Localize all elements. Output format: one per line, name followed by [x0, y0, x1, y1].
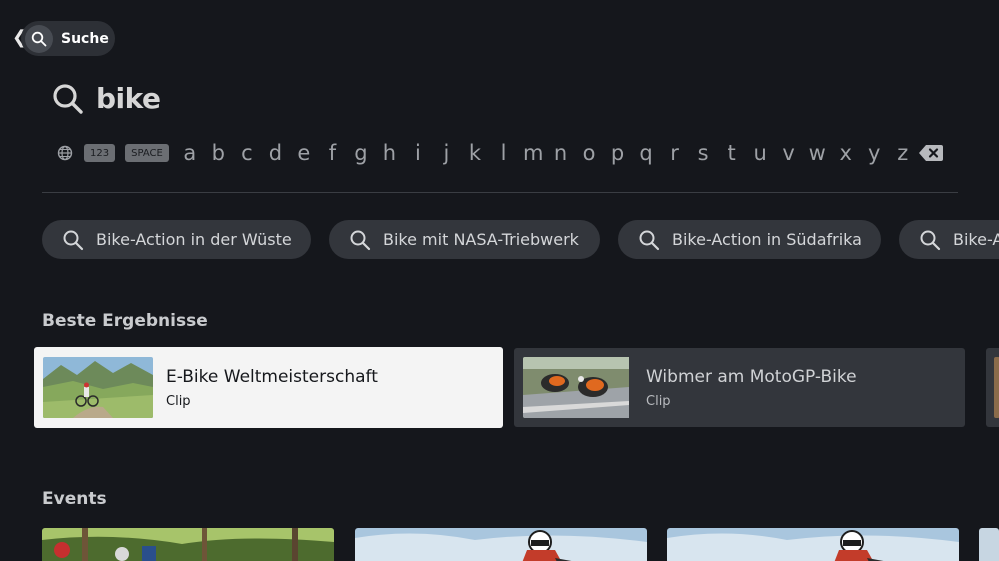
key-m[interactable]: m [523, 140, 543, 166]
key-u[interactable]: u [751, 140, 769, 166]
result-thumbnail [43, 357, 153, 418]
key-s[interactable]: s [694, 140, 712, 166]
result-thumbnail [994, 357, 999, 418]
on-screen-keyboard: 123 SPACE a b c d e f g h i j k l m n o … [56, 138, 944, 168]
space-key[interactable]: SPACE [125, 144, 169, 162]
suggestion-chip[interactable]: Bike-Action in Südafrika [618, 220, 881, 259]
key-i[interactable]: i [409, 140, 427, 166]
backspace-icon[interactable] [918, 143, 944, 163]
suggestion-chip[interactable]: Bike mit NASA-Triebwerk [329, 220, 600, 259]
suggestion-chip[interactable]: Bike-A [899, 220, 999, 259]
result-title: E-Bike Weltmeisterschaft [166, 367, 378, 387]
search-icon [52, 83, 84, 115]
key-k[interactable]: k [466, 140, 484, 166]
key-c[interactable]: c [238, 140, 256, 166]
suggestion-chip[interactable]: Bike-Action in der Wüste [42, 220, 311, 259]
suggestion-label: Bike-Action in der Wüste [96, 230, 292, 249]
result-card[interactable]: E-Bike Weltmeisterschaft Clip [34, 347, 503, 428]
key-z[interactable]: z [894, 140, 912, 166]
suggestion-label: Bike-A [953, 230, 999, 249]
key-l[interactable]: l [494, 140, 512, 166]
key-n[interactable]: n [552, 140, 570, 166]
key-g[interactable]: g [352, 140, 370, 166]
search-icon [349, 229, 371, 251]
divider [42, 192, 958, 193]
result-thumbnail [523, 357, 633, 418]
search-icon [62, 229, 84, 251]
key-q[interactable]: q [637, 140, 655, 166]
key-p[interactable]: p [609, 140, 627, 166]
key-o[interactable]: o [580, 140, 598, 166]
numbers-key[interactable]: 123 [84, 144, 116, 162]
suggestion-chips: Bike-Action in der Wüste Bike mit NASA-T… [42, 220, 999, 259]
search-pill-label: Suche [61, 30, 109, 47]
suggestion-label: Bike mit NASA-Triebwerk [383, 230, 579, 249]
key-y[interactable]: y [865, 140, 883, 166]
search-query-text: bike [96, 82, 161, 115]
section-title-best-results: Beste Ergebnisse [42, 311, 208, 331]
result-card-peek[interactable] [986, 348, 999, 427]
key-v[interactable]: v [780, 140, 798, 166]
key-a[interactable]: a [181, 140, 199, 166]
search-tab-pill[interactable]: Suche [21, 21, 115, 56]
key-e[interactable]: e [295, 140, 313, 166]
letter-keys: a b c d e f g h i j k l m n o p q r s t … [181, 140, 912, 166]
key-h[interactable]: h [380, 140, 398, 166]
globe-icon[interactable] [56, 144, 74, 162]
result-card[interactable]: Wibmer am MotoGP-Bike Clip [514, 348, 965, 427]
key-d[interactable]: d [266, 140, 284, 166]
key-x[interactable]: x [837, 140, 855, 166]
event-card[interactable] [667, 528, 959, 561]
event-card[interactable] [355, 528, 647, 561]
section-title-events: Events [42, 489, 107, 509]
result-title: Wibmer am MotoGP-Bike [646, 367, 857, 387]
event-card-peek[interactable] [979, 528, 999, 561]
key-t[interactable]: t [723, 140, 741, 166]
key-b[interactable]: b [209, 140, 227, 166]
result-type: Clip [646, 394, 671, 409]
key-r[interactable]: r [666, 140, 684, 166]
result-type: Clip [166, 394, 191, 409]
key-w[interactable]: w [808, 140, 826, 166]
search-icon [919, 229, 941, 251]
search-query-field[interactable]: bike [52, 82, 161, 115]
key-f[interactable]: f [323, 140, 341, 166]
search-icon [25, 24, 53, 53]
search-icon [638, 229, 660, 251]
key-j[interactable]: j [437, 140, 455, 166]
suggestion-label: Bike-Action in Südafrika [672, 230, 862, 249]
event-card[interactable] [42, 528, 334, 561]
